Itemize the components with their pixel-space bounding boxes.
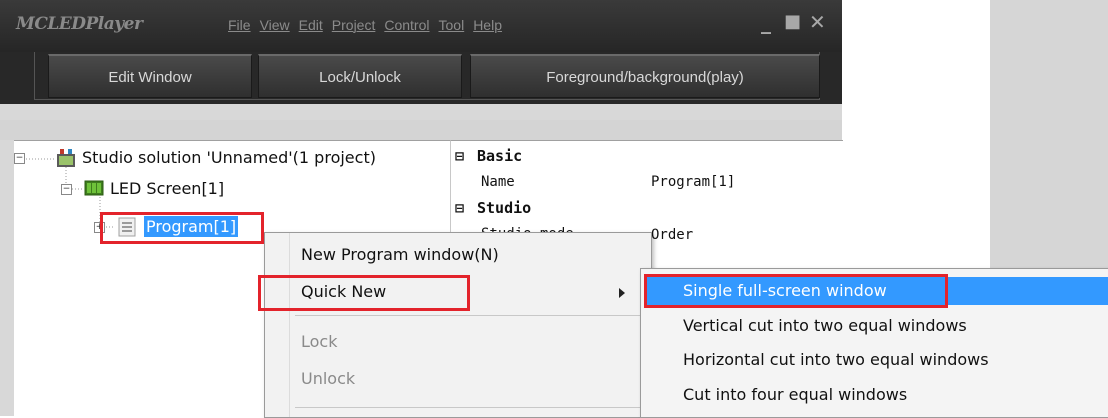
menu-control[interactable]: Control: [384, 17, 429, 33]
collapse-screen-icon[interactable]: −: [61, 184, 72, 195]
context-menu: New Program window(N) Quick New Lock Unl…: [264, 232, 652, 418]
lock-item[interactable]: Lock: [301, 332, 337, 351]
tree-item-program[interactable]: Program[1]: [144, 216, 239, 237]
menu-separator: [295, 407, 645, 408]
studio-section-header: Studio: [477, 199, 532, 217]
tree-item-led-screen[interactable]: LED Screen[1]: [110, 179, 224, 198]
property-studio-value[interactable]: Order: [651, 227, 693, 243]
menu-view[interactable]: View: [260, 17, 290, 33]
lock-unlock-button[interactable]: Lock/Unlock: [258, 54, 462, 98]
context-menu-gutter: [289, 233, 290, 417]
menu-bar: File View Edit Project Control Tool Help: [228, 17, 502, 33]
menu-project[interactable]: Project: [332, 17, 376, 33]
menu-separator: [295, 315, 645, 316]
studio-toggle-icon[interactable]: ⊟: [455, 199, 464, 217]
minimize-icon[interactable]: _: [761, 12, 771, 32]
new-program-window-item[interactable]: New Program window(N): [301, 245, 499, 264]
menu-file[interactable]: File: [228, 17, 251, 33]
expand-program-icon[interactable]: +: [94, 222, 105, 233]
single-full-screen-item[interactable]: Single full-screen window: [683, 281, 887, 300]
menu-edit[interactable]: Edit: [299, 17, 323, 33]
program-icon: [118, 217, 136, 237]
basic-toggle-icon[interactable]: ⊟: [455, 147, 464, 165]
content-header-strip: [0, 120, 842, 140]
maximize-icon[interactable]: ■: [784, 12, 801, 32]
submenu-arrow-icon: [619, 288, 625, 298]
led-screen-icon: [84, 180, 104, 196]
quick-new-submenu: Single full-screen window Vertical cut i…: [640, 268, 1108, 418]
property-name-value[interactable]: Program[1]: [651, 174, 735, 190]
quick-new-item[interactable]: Quick New: [301, 282, 386, 301]
collapse-solution-icon[interactable]: −: [14, 153, 25, 164]
unlock-item[interactable]: Unlock: [301, 369, 355, 388]
app-title: MCLEDPlayer: [16, 14, 143, 34]
four-equal-item[interactable]: Cut into four equal windows: [683, 385, 907, 404]
menu-tool[interactable]: Tool: [439, 17, 465, 33]
tree-item-solution[interactable]: Studio solution 'Unnamed'(1 project): [82, 148, 376, 167]
edit-window-button[interactable]: Edit Window: [48, 54, 252, 98]
basic-section-header: Basic: [477, 147, 523, 165]
close-icon[interactable]: ✕: [809, 12, 826, 32]
vertical-cut-item[interactable]: Vertical cut into two equal windows: [683, 316, 967, 335]
property-name-label: Name: [481, 174, 515, 190]
studio-solution-icon: [57, 149, 75, 167]
title-bar: MCLEDPlayer File View Edit Project Contr…: [0, 0, 842, 52]
menu-help[interactable]: Help: [473, 17, 502, 33]
horizontal-cut-item[interactable]: Horizontal cut into two equal windows: [683, 350, 989, 369]
foreground-background-button[interactable]: Foreground/background(play): [470, 54, 820, 98]
